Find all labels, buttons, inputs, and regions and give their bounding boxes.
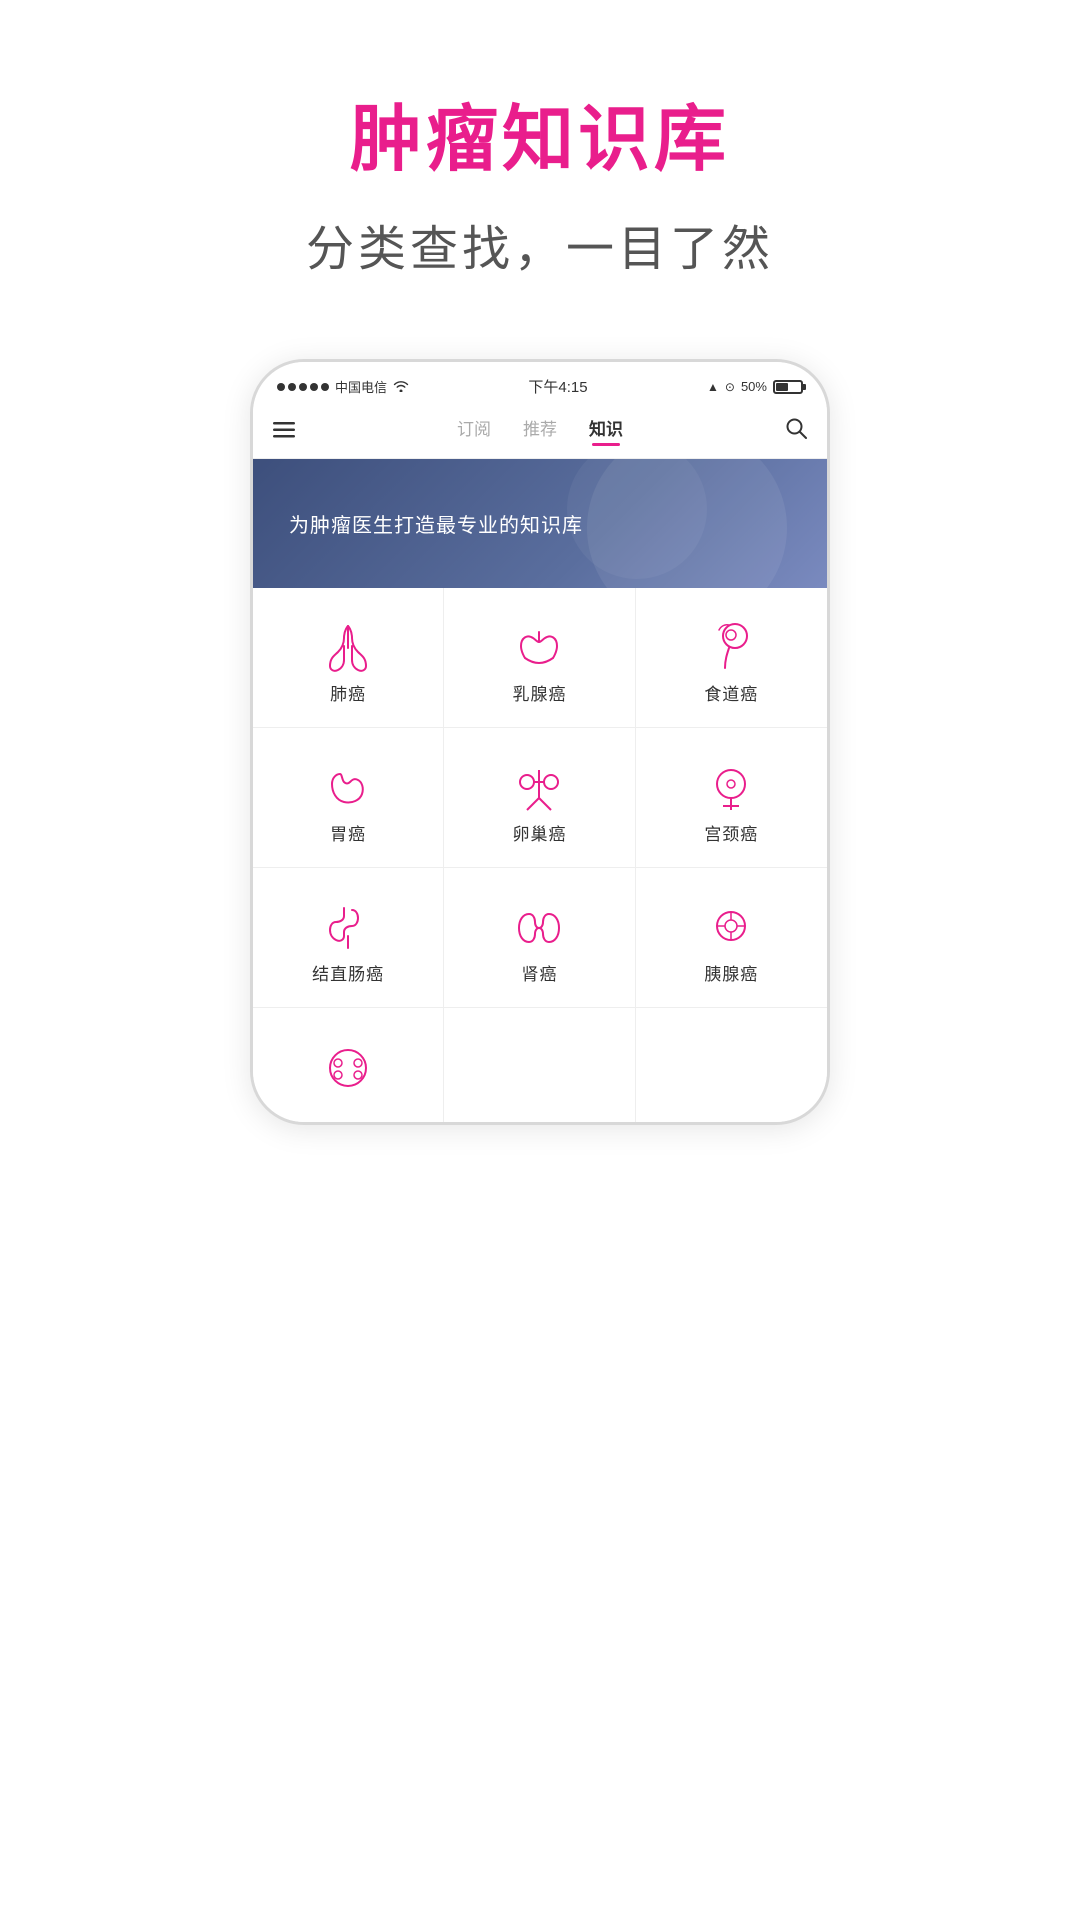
breast-label: 乳腺癌 — [512, 680, 566, 705]
page-title: 肿瘤知识库 — [0, 80, 1080, 185]
lung-label: 肺癌 — [330, 680, 366, 705]
category-pancreas[interactable]: 胰腺癌 — [636, 868, 827, 1008]
breast-icon — [507, 616, 571, 680]
page-header: 肿瘤知识库 分类查找，一目了然 — [0, 0, 1080, 339]
location-icon: ▲ — [707, 380, 719, 394]
banner: 为肿瘤医生打造最专业的知识库 — [253, 459, 827, 588]
category-empty-1 — [444, 1008, 635, 1122]
cervix-icon — [699, 756, 763, 820]
category-cervix[interactable]: 宫颈癌 — [636, 728, 827, 868]
status-bar: 中国电信 下午4:15 ▲ ⊙ 50% — [253, 362, 827, 405]
stomach-label: 胃癌 — [330, 820, 366, 845]
category-grid: 肺癌 乳腺癌 食道癌 — [253, 588, 827, 1122]
menu-icon[interactable] — [273, 418, 313, 444]
tab-knowledge[interactable]: 知识 — [589, 415, 623, 446]
lung-icon — [316, 616, 380, 680]
phone-frame: 中国电信 下午4:15 ▲ ⊙ 50% — [250, 359, 830, 1125]
category-kidney[interactable]: 肾癌 — [444, 868, 635, 1008]
battery-percent: 50% — [741, 379, 767, 394]
category-stomach[interactable]: 胃癌 — [253, 728, 444, 868]
category-colon[interactable]: 结直肠癌 — [253, 868, 444, 1008]
search-icon[interactable] — [767, 417, 807, 445]
tab-recommend[interactable]: 推荐 — [523, 415, 557, 446]
esophagus-icon — [699, 616, 763, 680]
phone-inner: 中国电信 下午4:15 ▲ ⊙ 50% — [253, 362, 827, 1122]
status-right: ▲ ⊙ 50% — [707, 379, 803, 394]
stomach-icon — [316, 756, 380, 820]
colon-label: 结直肠癌 — [312, 960, 384, 985]
alarm-icon: ⊙ — [725, 380, 735, 394]
kidney-label: 肾癌 — [521, 960, 557, 985]
esophagus-label: 食道癌 — [704, 680, 758, 705]
carrier-label: 中国电信 — [335, 377, 387, 396]
cervix-label: 宫颈癌 — [704, 820, 758, 845]
wifi-icon — [393, 379, 409, 395]
category-lung[interactable]: 肺癌 — [253, 588, 444, 728]
nav-bar: 订阅 推荐 知识 — [253, 405, 827, 459]
tab-subscribe[interactable]: 订阅 — [457, 415, 491, 446]
colon-icon — [316, 896, 380, 960]
page-subtitle: 分类查找，一目了然 — [0, 209, 1080, 279]
pancreas-label: 胰腺癌 — [704, 960, 758, 985]
category-ovary[interactable]: 卵巢癌 — [444, 728, 635, 868]
category-esophagus[interactable]: 食道癌 — [636, 588, 827, 728]
category-breast[interactable]: 乳腺癌 — [444, 588, 635, 728]
other-icon — [316, 1036, 380, 1100]
status-left: 中国电信 — [277, 377, 409, 396]
pancreas-icon — [699, 896, 763, 960]
ovary-label: 卵巢癌 — [512, 820, 566, 845]
signal-dots — [277, 383, 329, 391]
status-time: 下午4:15 — [528, 376, 587, 397]
category-other[interactable] — [253, 1008, 444, 1122]
nav-tabs: 订阅 推荐 知识 — [313, 415, 767, 446]
category-empty-2 — [636, 1008, 827, 1122]
ovary-icon — [507, 756, 571, 820]
battery-icon — [773, 380, 803, 394]
kidney-icon — [507, 896, 571, 960]
banner-text: 为肿瘤医生打造最专业的知识库 — [289, 509, 797, 538]
